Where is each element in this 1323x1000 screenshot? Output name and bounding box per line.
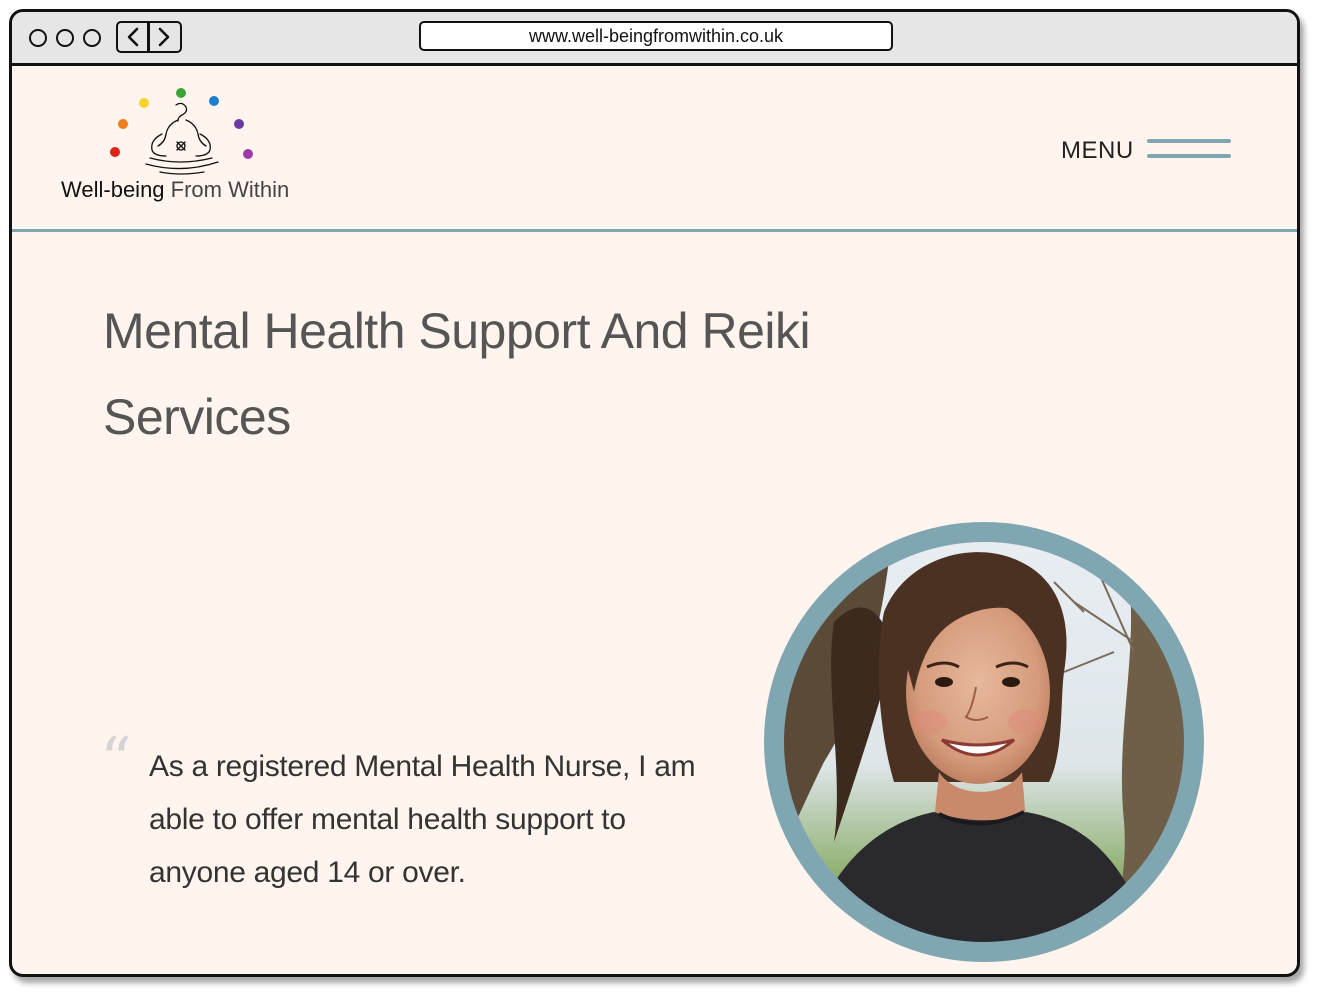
logo-name-bold: Well-being — [61, 177, 165, 202]
back-arrow-icon[interactable] — [124, 27, 142, 47]
intro-quote: As a registered Mental Health Nurse, I a… — [149, 750, 696, 889]
portrait-image — [764, 522, 1204, 962]
browser-toolbar: www.well-beingfromwithin.co.uk — [12, 12, 1297, 66]
browser-window: www.well-beingfromwithin.co.uk Well-bein… — [9, 9, 1300, 977]
menu-label[interactable]: MENU — [1061, 137, 1134, 165]
forward-arrow-icon[interactable] — [155, 27, 173, 47]
hamburger-menu-icon[interactable] — [1147, 139, 1231, 163]
logo-name-light: From Within — [170, 177, 290, 202]
site-header: Well-being From Within MENU — [12, 66, 1297, 232]
meditation-logo-icon[interactable] — [100, 82, 270, 182]
window-minimize-control[interactable] — [56, 29, 74, 47]
chakra-dot-red — [110, 147, 120, 157]
site-logo-text[interactable]: Well-being From Within — [61, 177, 289, 203]
history-nav — [116, 21, 182, 53]
portrait-photo — [764, 522, 1204, 962]
address-bar[interactable]: www.well-beingfromwithin.co.uk — [419, 21, 893, 51]
quote-mark-icon: “ — [100, 723, 132, 796]
page-title: Mental Health Support And Reiki Services — [103, 303, 811, 445]
window-maximize-control[interactable] — [83, 29, 101, 47]
window-close-control[interactable] — [29, 29, 47, 47]
